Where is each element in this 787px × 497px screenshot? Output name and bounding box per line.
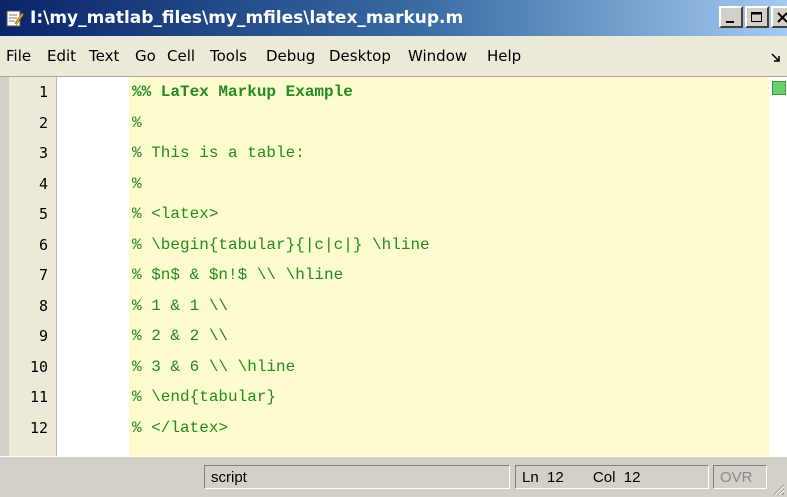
code-line[interactable]: 1 %% LaTex Markup Example: [0, 77, 769, 108]
menu-debug[interactable]: Debug: [266, 47, 315, 65]
menu-text[interactable]: Text: [89, 47, 119, 65]
code-editor[interactable]: 1 %% LaTex Markup Example 2 % 3 % This i…: [0, 77, 787, 456]
code-line[interactable]: 6 % \begin{tabular}{|c|c|} \hline: [0, 230, 769, 261]
menu-file[interactable]: File: [6, 47, 31, 65]
code-line[interactable]: 12 % </latex>: [0, 413, 769, 444]
code-line[interactable]: 7 % $n$ & $n!$ \\ \hline: [0, 260, 769, 291]
line-number: 4: [38, 174, 48, 193]
close-icon: [777, 12, 787, 23]
dock-arrow-icon[interactable]: [771, 53, 781, 63]
window-title: I:\my_matlab_files\my_mfiles\latex_marku…: [30, 8, 464, 28]
menu-help[interactable]: Help: [487, 47, 521, 65]
code-text[interactable]: % $n$ & $n!$ \\ \hline: [132, 266, 343, 284]
status-bar: script Ln 12 Col 12 OVR: [0, 456, 787, 497]
code-text[interactable]: % 3 & 6 \\ \hline: [132, 358, 295, 376]
code-text[interactable]: % 2 & 2 \\: [132, 327, 228, 345]
code-line[interactable]: 4 %: [0, 169, 769, 200]
code-text[interactable]: %: [132, 114, 142, 132]
menu-bar: File Edit Text Go Cell Tools Debug Deskt…: [0, 36, 787, 77]
matlab-editor-icon: [6, 10, 24, 27]
code-text[interactable]: % \begin{tabular}{|c|c|} \hline: [132, 236, 430, 254]
column-value: 12: [623, 469, 641, 486]
maximize-icon: [751, 12, 762, 22]
code-text[interactable]: % \end{tabular}: [132, 388, 276, 406]
line-value: 12: [547, 469, 564, 486]
code-text[interactable]: % <latex>: [132, 205, 218, 223]
minimize-button[interactable]: [719, 6, 743, 28]
title-bar[interactable]: I:\my_matlab_files\my_mfiles\latex_marku…: [0, 0, 787, 36]
line-number: 7: [38, 266, 48, 284]
line-number: 3: [38, 144, 48, 162]
line-number: 5: [38, 205, 48, 223]
code-text[interactable]: %% LaTex Markup Example: [132, 83, 353, 101]
menu-go[interactable]: Go: [135, 47, 156, 65]
maximize-button[interactable]: [745, 6, 769, 28]
menu-edit[interactable]: Edit: [47, 47, 76, 65]
line-number: 9: [38, 327, 48, 345]
line-number: 6: [38, 235, 48, 254]
line-number: 12: [29, 418, 48, 437]
code-analyzer-status-icon[interactable]: [772, 81, 786, 95]
line-number: 8: [38, 296, 48, 315]
code-text[interactable]: % 1 & 1 \\: [132, 297, 228, 315]
code-line[interactable]: 10 % 3 & 6 \\ \hline: [0, 352, 769, 383]
close-button[interactable]: [771, 6, 787, 28]
status-cursor-position: Ln 12 Col 12: [515, 465, 709, 489]
code-line[interactable]: 5 % <latex>: [0, 199, 769, 230]
minimize-icon: [726, 21, 734, 23]
code-line[interactable]: 11 % \end{tabular}: [0, 382, 769, 413]
resize-grip-icon[interactable]: [771, 482, 785, 496]
code-text[interactable]: % </latex>: [132, 419, 228, 437]
line-number: 2: [38, 113, 48, 132]
code-line[interactable]: 9 % 2 & 2 \\: [0, 321, 769, 352]
code-line[interactable]: 2 %: [0, 108, 769, 139]
code-text[interactable]: %: [132, 175, 142, 193]
status-mode: script: [204, 465, 510, 489]
menu-desktop[interactable]: Desktop: [329, 47, 391, 65]
menu-cell[interactable]: Cell: [167, 47, 195, 65]
code-line[interactable]: 8 % 1 & 1 \\: [0, 291, 769, 322]
menu-tools[interactable]: Tools: [210, 47, 247, 65]
line-number: 11: [29, 388, 48, 406]
line-number: 10: [29, 357, 48, 376]
vertical-scrollbar[interactable]: [769, 77, 787, 456]
column-label: Col: [592, 469, 616, 486]
editor-window: I:\my_matlab_files\my_mfiles\latex_marku…: [0, 0, 787, 497]
overwrite-indicator: OVR: [713, 465, 767, 489]
line-number: 1: [38, 83, 48, 101]
code-line[interactable]: 3 % This is a table:: [0, 138, 769, 169]
menu-window[interactable]: Window: [408, 47, 467, 65]
line-label: Ln: [522, 469, 539, 486]
code-text[interactable]: % This is a table:: [132, 144, 305, 162]
